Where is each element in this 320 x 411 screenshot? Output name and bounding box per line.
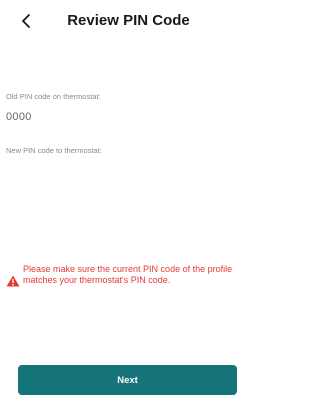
warning-triangle-icon bbox=[6, 275, 20, 287]
old-pin-label: Old PIN code on thermostat: bbox=[6, 92, 101, 101]
page-title: Review PIN Code bbox=[67, 12, 190, 29]
header: Review PIN Code bbox=[0, 0, 257, 44]
new-pin-label: New PIN code to thermostat: bbox=[6, 146, 102, 155]
review-pin-screen: Review PIN Code Old PIN code on thermost… bbox=[0, 0, 257, 411]
warning-text: Please make sure the current PIN code of… bbox=[23, 264, 233, 285]
old-pin-value: 0000 bbox=[6, 111, 32, 123]
pin-warning: Please make sure the current PIN code of… bbox=[6, 264, 254, 287]
next-button[interactable]: Next bbox=[18, 365, 237, 395]
